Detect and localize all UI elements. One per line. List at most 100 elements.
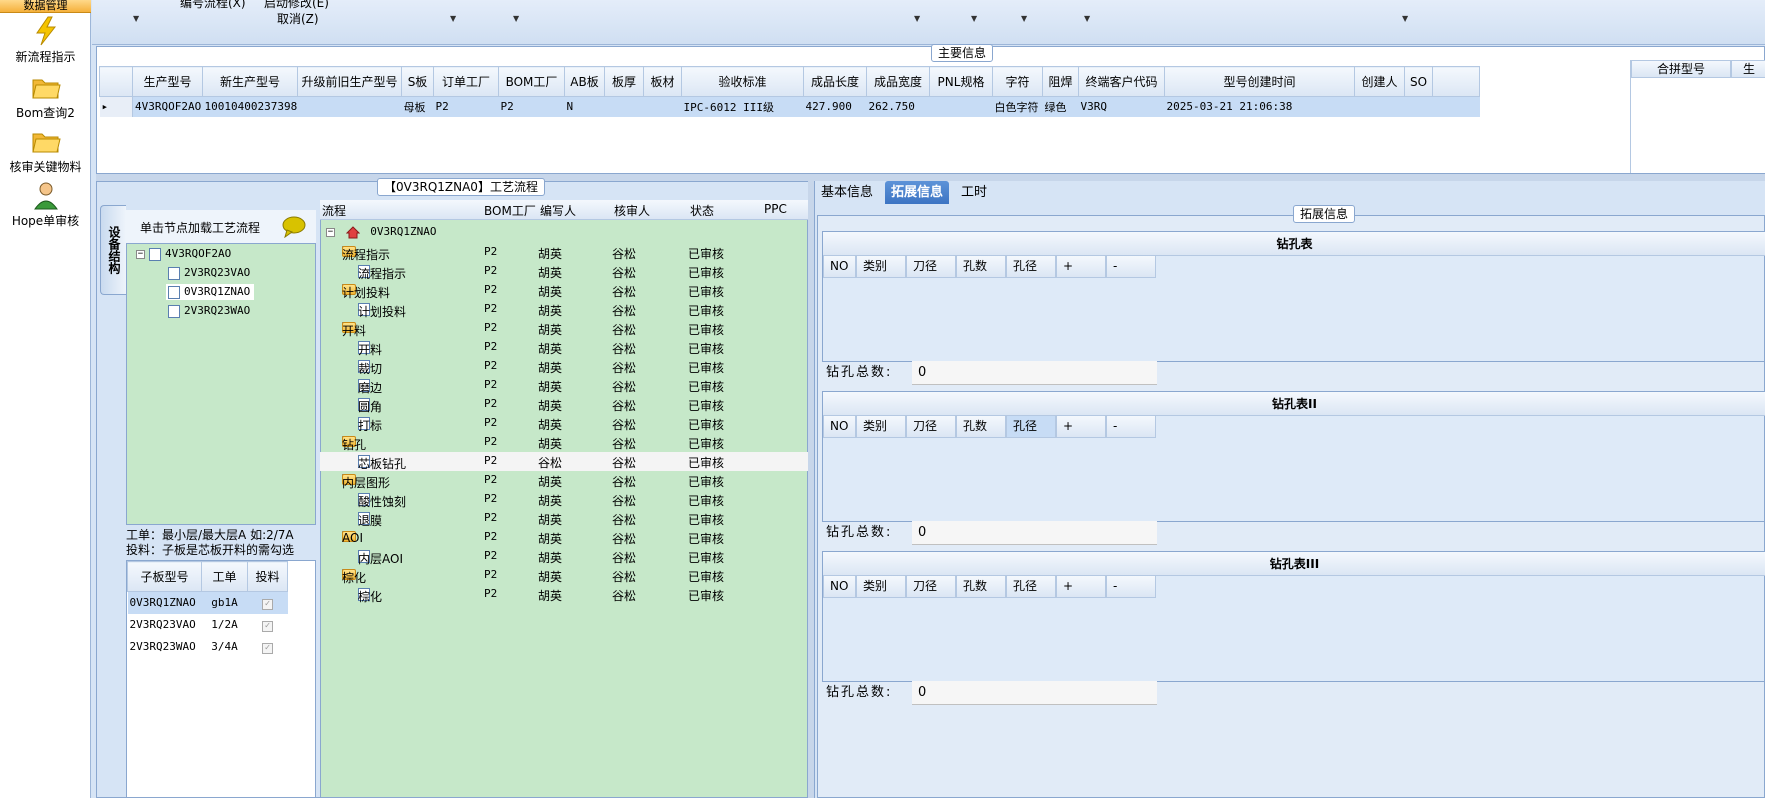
col-header[interactable]: NO	[823, 256, 856, 278]
col-header[interactable]: S板	[401, 66, 434, 97]
col-header[interactable]: 编写人	[540, 202, 576, 219]
col-header[interactable]: PNL规格	[929, 66, 993, 97]
tab-extended-info[interactable]: 拓展信息	[885, 181, 950, 204]
col-header[interactable]: 终端客户代码	[1078, 66, 1165, 97]
cell[interactable]: N	[564, 96, 605, 117]
cell[interactable]	[297, 96, 402, 117]
col-header[interactable]: 创建人	[1354, 66, 1405, 97]
cell[interactable]: 1/2A	[202, 614, 248, 636]
collapse-icon[interactable]: −	[136, 249, 145, 259]
col-header[interactable]: 刀径	[906, 576, 956, 598]
col-header[interactable]: 孔径	[1006, 256, 1056, 278]
table-row[interactable]: 0V3RQ1ZNAO gb1A ✓	[127, 591, 288, 614]
drill-total-field[interactable]: 0	[912, 361, 1157, 385]
flow-tree-row[interactable]: 退膜 P2 胡英 谷松 已审核	[320, 509, 808, 528]
menu-cancel[interactable]: 取消(Z)	[277, 10, 319, 27]
flow-tree-row[interactable]: 内层AOI P2 胡英 谷松 已审核	[320, 547, 808, 566]
flow-tree-row[interactable]: −内层图形P2胡英谷松已审核	[320, 471, 808, 490]
flow-tree-row[interactable]: −钻孔P2胡英谷松已审核	[320, 433, 808, 452]
col-header[interactable]: 流程	[322, 202, 346, 219]
remove-row-button[interactable]: -	[1106, 416, 1156, 438]
flow-tree-row[interactable]: −流程指示P2胡英谷松已审核	[320, 243, 808, 262]
col-header[interactable]: 孔数	[956, 256, 1006, 278]
cell[interactable]	[929, 96, 993, 117]
col-header[interactable]: 孔数	[956, 416, 1006, 438]
tab-work-hours[interactable]: 工时	[955, 181, 993, 204]
cell[interactable]: 母板	[401, 96, 434, 117]
cell[interactable]: P2	[498, 96, 565, 117]
tab-basic-info[interactable]: 基本信息	[815, 181, 879, 204]
flow-tree-row[interactable]: −AOIP2胡英谷松已审核	[320, 528, 808, 547]
col-header[interactable]: NO	[823, 576, 856, 598]
add-row-button[interactable]: +	[1056, 576, 1106, 598]
col-header[interactable]: 类别	[856, 256, 906, 278]
equipment-structure-tab[interactable]: 设备结构	[100, 205, 126, 295]
flow-tree-row[interactable]: 圆角 P2 胡英 谷松 已审核	[320, 395, 808, 414]
cell[interactable]: 2V3RQ23VAO	[128, 614, 202, 636]
cell[interactable]	[1404, 96, 1433, 117]
chevron-down-icon[interactable]: ▼	[971, 14, 977, 23]
flow-tree-row[interactable]: 裁切 P2 胡英 谷松 已审核	[320, 357, 808, 376]
col-header[interactable]: 孔数	[956, 576, 1006, 598]
flow-tree-row[interactable]: 流程指示 P2 胡英 谷松 已审核	[320, 262, 808, 281]
collapse-icon[interactable]: −	[326, 227, 335, 237]
tree-node[interactable]: 2V3RQ23VAO	[168, 266, 250, 280]
col-header[interactable]: BOM工厂	[498, 66, 565, 97]
flow-tree-row[interactable]: 打标 P2 胡英 谷松 已审核	[320, 414, 808, 433]
flow-tree-row[interactable]: 芯板钻孔 P2 谷松 谷松 已审核	[320, 452, 808, 471]
cell[interactable]: gb1A	[201, 591, 248, 614]
flow-root-node[interactable]: − 0V3RQ1ZNAO	[326, 225, 436, 239]
cell[interactable]: 3/4A	[202, 636, 248, 658]
col-header[interactable]: 子板型号	[127, 561, 202, 592]
drill-total-field[interactable]: 0	[912, 681, 1157, 705]
add-row-button[interactable]: +	[1056, 416, 1106, 438]
chevron-down-icon[interactable]: ▼	[1402, 14, 1408, 23]
col-header[interactable]: 成品宽度	[866, 66, 930, 97]
flow-tree-row[interactable]: 计划投料 P2 胡英 谷松 已审核	[320, 300, 808, 319]
flow-tree-row[interactable]: 棕化 P2 胡英 谷松 已审核	[320, 585, 808, 604]
flow-tree-row[interactable]: 开料 P2 胡英 谷松 已审核	[320, 338, 808, 357]
toolbar-review-material-button[interactable]: 核审关键物料	[0, 126, 91, 175]
col-header[interactable]: 验收标准	[681, 66, 804, 97]
toolbar-hope-review-button[interactable]: Hope单审核	[0, 180, 91, 229]
cell[interactable]: 427.900	[803, 96, 867, 117]
cell[interactable]: 2V3RQ23WAO	[128, 636, 202, 658]
cell[interactable]: 10010400237398	[202, 96, 298, 117]
col-header[interactable]: 投料	[247, 561, 288, 592]
col-header[interactable]: 工单	[201, 561, 248, 592]
add-row-button[interactable]: +	[1056, 256, 1106, 278]
col-header[interactable]: 刀径	[906, 416, 956, 438]
feed-checkbox[interactable]: ✓	[248, 636, 288, 658]
cell[interactable]: 4V3RQOF2AO	[132, 96, 203, 117]
toolbar-bom-query-button[interactable]: Bom查询2	[0, 72, 91, 121]
table-row[interactable]: ▸ 4V3RQOF2AO 10010400237398 母板 P2 P2 N I…	[99, 96, 1480, 117]
col-header[interactable]: 字符	[992, 66, 1043, 97]
table-row[interactable]: 2V3RQ23VAO 1/2A ✓	[128, 614, 288, 636]
cell[interactable]: 2025-03-21 21:06:38	[1164, 96, 1355, 117]
drill-total-field[interactable]: 0	[912, 521, 1157, 545]
cell[interactable]: V3RQ	[1078, 96, 1165, 117]
remove-row-button[interactable]: -	[1106, 576, 1156, 598]
cell[interactable]: 绿色	[1042, 96, 1079, 117]
col-header[interactable]: 类别	[856, 416, 906, 438]
col-header[interactable]: SO	[1404, 66, 1433, 97]
col-header[interactable]: 型号创建时间	[1164, 66, 1355, 97]
menu-flow-number[interactable]: 编号流程(X)	[180, 0, 246, 11]
chevron-down-icon[interactable]: ▼	[1084, 14, 1090, 23]
col-header[interactable]: 核审人	[614, 202, 650, 219]
col-header[interactable]: PPC	[764, 202, 787, 216]
col-header[interactable]: 订单工厂	[433, 66, 499, 97]
col-header[interactable]: NO	[823, 416, 856, 438]
col-header[interactable]: 孔径	[1006, 416, 1056, 438]
chevron-down-icon[interactable]: ▼	[513, 14, 519, 23]
cell[interactable]: 白色字符	[992, 96, 1043, 117]
col-header[interactable]: 成品长度	[803, 66, 867, 97]
flow-tree-row[interactable]: −计划投料P2胡英谷松已审核	[320, 281, 808, 300]
cell[interactable]: IPC-6012 III级	[681, 96, 804, 117]
tree-node-selected[interactable]: 0V3RQ1ZNAO	[166, 284, 255, 300]
feed-checkbox[interactable]: ✓	[247, 591, 288, 614]
horizontal-splitter[interactable]	[96, 174, 1765, 181]
col-header[interactable]: 板材	[643, 66, 682, 97]
toolbar-active-item[interactable]: 数据管理	[0, 0, 91, 13]
cell[interactable]: 0V3RQ1ZNAO	[127, 591, 202, 614]
